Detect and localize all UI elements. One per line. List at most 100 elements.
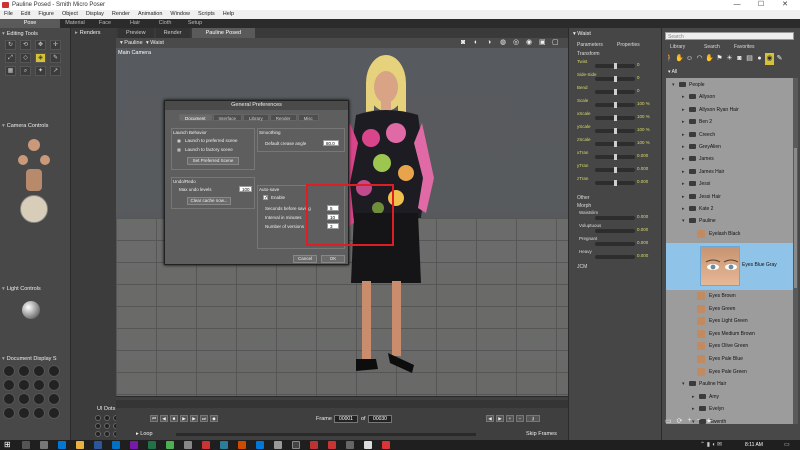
camera-snapshot-icon[interactable]: ◙ [461,38,465,48]
expand-arrow-right-icon[interactable]: ▸ [682,179,685,189]
light-controls-header[interactable]: ▾ Light Controls [2,286,41,292]
parameter-value[interactable]: 100 % [637,101,650,106]
crease-angle-input[interactable]: 80.0 [323,140,339,146]
current-frame-input[interactable]: 00001 [334,415,358,423]
parameters-header[interactable]: ▾ Waist [573,31,591,37]
menu-scripts[interactable]: Scripts [198,10,215,19]
parameter-dial-knob[interactable] [614,154,617,160]
remove-icon[interactable]: − [697,417,701,429]
expand-arrow-right-icon[interactable]: ▸ [682,154,685,164]
app-icon-red[interactable] [202,441,210,449]
ui-dot[interactable] [104,423,110,429]
clear-cache-button[interactable]: Clear cache now... [187,197,231,205]
parameter-row-scale[interactable]: Scale 100 % [573,98,661,109]
brushes-category-icon[interactable]: ✎ [775,53,784,65]
timeline-scrubber[interactable] [176,433,476,436]
taskbar-clock[interactable]: 8:11 AM [745,440,763,450]
parameter-dial-knob[interactable] [614,180,617,186]
play-button[interactable]: ▶ [180,415,188,422]
parameter-dial-knob[interactable] [614,128,617,134]
twist-tool-icon[interactable]: ⟲ [20,40,31,50]
editing-tools-header[interactable]: ▾ Editing Tools [2,31,38,37]
set-preferred-scene-button[interactable]: Set Preferred Scene [187,157,239,165]
library-folder-row[interactable]: ▸ James [666,154,793,164]
parameter-dial[interactable] [595,115,635,121]
menu-figure[interactable]: Figure [38,10,54,19]
add-folder-icon[interactable]: ▭ [665,417,672,429]
minimize-button[interactable]: — [728,0,746,10]
library-tab-search[interactable]: Search [704,43,720,51]
material-collections-icon[interactable]: ◉ [765,53,774,65]
app-icon-scarlet[interactable] [382,441,390,449]
display-style-silhouette-icon[interactable] [3,365,15,377]
menu-animation[interactable]: Animation [138,10,162,19]
display-style-flat-icon[interactable] [18,379,30,391]
ui-dot[interactable] [95,415,101,421]
camera-body-icon[interactable] [26,169,42,191]
skip-frames-toggle[interactable]: Skip Frames [526,431,557,437]
dialog-tab-document[interactable]: Document [179,114,212,121]
display-style-texture-icon[interactable] [3,393,15,405]
morph-value[interactable]: 0.000 [637,227,648,232]
library-tab-library[interactable]: Library [670,43,685,51]
remove-key-button[interactable]: − [516,415,524,422]
selected-library-item[interactable]: Eyes Blue Gray [666,243,793,290]
morph-row-pregnant[interactable]: Pregnant 0.000 [573,236,661,249]
display-style-texture-lined-icon[interactable] [48,407,60,419]
parameter-dial[interactable] [595,63,635,69]
onenote-icon[interactable] [130,441,138,449]
actor-menu[interactable]: ▾ Waist [146,38,164,48]
library-folder-row[interactable]: ▸ Ben 2 [666,117,793,127]
room-tab-pose[interactable]: Pose [0,19,60,28]
parameter-dial-knob[interactable] [614,141,617,147]
morph-row-heavy[interactable]: Heavy 0.000 [573,249,661,262]
expand-arrow-right-icon[interactable]: ▸ [692,404,695,414]
app-icon-gray[interactable] [184,441,192,449]
morph-brush-icon[interactable]: ✦ [35,66,46,76]
expand-arrow-right-icon[interactable]: ▸ [682,130,685,140]
refresh-icon[interactable]: ⟳ [677,417,683,429]
windows-start-icon[interactable]: ⊞ [4,441,12,449]
poses-category-icon[interactable]: ✋ [675,53,684,65]
tab-parameters[interactable]: Parameters [577,41,603,49]
word-icon[interactable] [94,441,102,449]
display-style-cartoon-lined-icon[interactable] [33,407,45,419]
camera-face-icon[interactable] [28,139,40,151]
library-folder-row[interactable]: ▸ James Hair [666,167,793,177]
display-style-hidden-line-icon[interactable] [48,365,60,377]
light-sphere-icon[interactable] [22,301,40,319]
other-group[interactable]: Other [577,195,590,201]
parameter-dial[interactable] [595,102,635,108]
parameter-dial[interactable] [595,128,635,134]
select-tool-icon[interactable]: ◈ [35,53,46,63]
aa-icon[interactable]: ◉ [526,38,532,48]
task-view-icon[interactable] [40,441,48,449]
rewind-button[interactable]: ⏮ [150,415,158,422]
library-folder-row[interactable]: ▸ Jessi [666,179,793,189]
library-item-row[interactable]: Eyelash Black [666,229,793,239]
app-icon-green[interactable] [166,441,174,449]
display-style-shaded-icon[interactable] [33,393,45,405]
parameter-dial[interactable] [595,167,635,173]
app-icon-steel[interactable] [346,441,354,449]
library-tab-favorites[interactable]: Favorites [734,43,755,51]
prev-key-button[interactable]: ◀ [486,415,494,422]
parameter-row-bend[interactable]: Bend 0 [573,85,661,96]
morph-dial[interactable] [595,229,635,233]
search-icon[interactable] [22,441,30,449]
library-folder-row[interactable]: ▾ Pauline [666,216,793,226]
expressions-category-icon[interactable]: ☺ [685,53,694,65]
factory-scene-radio[interactable] [177,148,181,152]
app-icon-white[interactable] [364,441,372,449]
excel-icon[interactable] [148,441,156,449]
app-icon-light[interactable] [274,441,282,449]
step-forward-button[interactable]: ▶ [190,415,198,422]
fullscreen-icon[interactable]: ▢ [552,38,559,48]
expand-arrow-right-icon[interactable]: ▸ [682,204,685,214]
props-category-icon[interactable]: ⚑ [715,53,724,65]
parameter-value[interactable]: 0 [637,88,640,93]
morph-value[interactable]: 0.000 [637,240,648,245]
app-icon-orange[interactable] [238,441,246,449]
parameter-dial-knob[interactable] [614,63,617,69]
outlook-icon[interactable] [112,441,120,449]
